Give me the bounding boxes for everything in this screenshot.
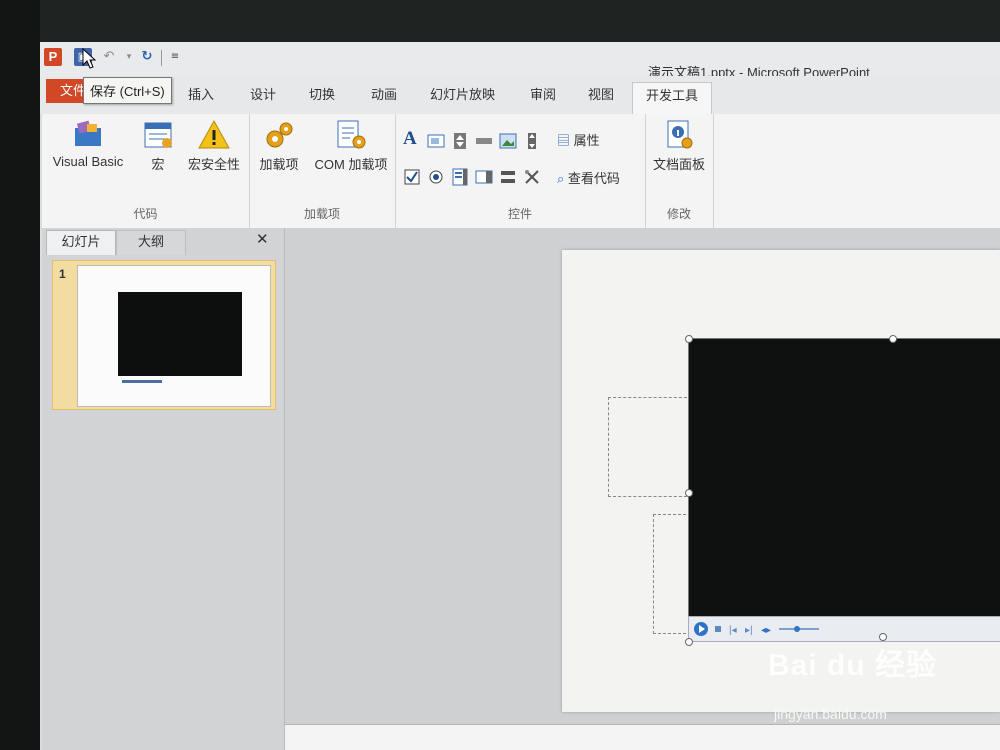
tab-animations[interactable]: 动画	[371, 84, 397, 103]
document-panel-button[interactable]: 文档面板	[649, 118, 709, 173]
macro-security-button[interactable]: 宏安全性	[182, 118, 246, 173]
slide-number: 1	[59, 267, 66, 281]
tab-transitions[interactable]: 切换	[309, 84, 335, 103]
properties-icon: ▤	[557, 133, 571, 148]
tab-slideshow[interactable]: 幻灯片放映	[430, 84, 495, 103]
group-addins-label: 加载项	[303, 207, 340, 221]
checkbox-control-icon[interactable]	[403, 168, 421, 186]
resize-handle-tl[interactable]	[685, 335, 693, 343]
spin-button-icon[interactable]	[451, 132, 469, 150]
next-icon: ▸|	[745, 625, 753, 636]
customize-quick-access-icon[interactable]: ≡	[166, 48, 184, 66]
ribbon-tab-bar: 文件 插入 设计 切换 动画 幻灯片放映 审阅 视图 开发工具	[40, 76, 1000, 114]
listbox-control-icon[interactable]	[451, 168, 469, 186]
macro-icon	[144, 122, 172, 148]
notes-pane[interactable]	[285, 724, 1000, 750]
group-controls-label: 控件	[507, 207, 532, 221]
placeholder-title[interactable]	[608, 397, 692, 497]
volume-thumb	[794, 626, 800, 632]
monitor-bezel-top	[0, 0, 1000, 42]
group-controls: A ▤ 属性 ⌕ 查看代码 控件	[395, 114, 646, 228]
gear-icon	[266, 122, 293, 148]
close-icon[interactable]: ✕	[256, 230, 269, 248]
properties-label: 属性	[573, 133, 600, 148]
combobox-control-icon[interactable]	[475, 168, 493, 186]
monitor-bezel-left	[0, 0, 40, 750]
view-code-label: 查看代码	[567, 171, 620, 186]
group-addins: 加载项 COM 加载项 加载项	[249, 114, 396, 228]
powerpoint-logo-icon[interactable]: P	[44, 48, 62, 66]
slides-panel: 幻灯片 大纲 ✕ 1	[42, 228, 285, 750]
macro-label: 宏	[151, 157, 165, 172]
group-code-label: 代码	[133, 207, 158, 221]
resize-handle-bl[interactable]	[685, 638, 693, 646]
warning-icon	[198, 119, 230, 149]
visual-basic-icon	[75, 120, 101, 146]
resize-handle-top[interactable]	[889, 335, 897, 343]
mouse-cursor-icon	[82, 48, 97, 69]
volume-icon: ◂▸	[761, 625, 771, 636]
com-addins-icon	[337, 120, 366, 149]
document-panel-label: 文档面板	[652, 157, 705, 172]
com-addins-label: COM 加载项	[314, 157, 388, 172]
tab-outline[interactable]: 大纲	[116, 230, 186, 255]
baidu-watermark: Bai du 经验	[768, 640, 937, 684]
document-info-icon	[667, 120, 693, 149]
visual-basic-label: Visual Basic	[52, 154, 124, 169]
ribbon-developer: Visual Basic 宏 宏安全性 代码 加载项 COM 加载项 加载项 A…	[42, 114, 1000, 229]
macro-button[interactable]: 宏	[138, 118, 178, 173]
scrollbar-control-icon[interactable]	[523, 132, 541, 150]
group-modify-label: 修改	[666, 207, 691, 221]
video-object[interactable]	[688, 338, 1000, 618]
tab-slides[interactable]: 幻灯片	[46, 230, 116, 255]
properties-button[interactable]: ▤ 属性	[557, 130, 600, 149]
more-controls-icon[interactable]	[523, 168, 541, 186]
image-control-icon[interactable]	[499, 132, 517, 150]
save-tooltip: 保存 (Ctrl+S)	[83, 77, 172, 104]
undo-icon[interactable]: ↶	[100, 48, 118, 66]
video-controls[interactable]: |◂ ▸| ◂▸	[688, 616, 1000, 642]
video-playback-controls: |◂ ▸| ◂▸	[694, 622, 819, 636]
visual-basic-button[interactable]: Visual Basic	[48, 118, 128, 169]
resize-handle-left[interactable]	[685, 489, 693, 497]
textbox-control-icon[interactable]	[427, 132, 445, 150]
watermark-url: jingyan.baidu.com	[774, 706, 887, 722]
addins-button[interactable]: 加载项	[255, 118, 303, 173]
title-bar: P ▣ ↶ ▾ ↻ ≡ 演示文稿1.pptx - Microsoft Power…	[40, 42, 1000, 80]
group-modify: 文档面板 修改	[645, 114, 714, 228]
prev-icon: |◂	[729, 625, 737, 636]
toggle-button-icon[interactable]	[499, 168, 517, 186]
thumbnail-video-controls	[122, 380, 162, 383]
slide-thumbnail-selected[interactable]: 1	[52, 260, 276, 410]
stop-icon	[715, 626, 721, 632]
watermark-brand: Bai du 经验	[768, 649, 938, 682]
placeholder-content[interactable]	[653, 514, 691, 634]
tab-insert[interactable]: 插入	[188, 84, 214, 103]
redo-icon[interactable]: ↻	[138, 48, 156, 66]
view-code-icon: ⌕	[557, 171, 565, 186]
addins-label: 加载项	[259, 157, 299, 172]
com-addins-button[interactable]: COM 加载项	[309, 118, 393, 173]
option-button-icon[interactable]	[427, 168, 445, 186]
view-code-button[interactable]: ⌕ 查看代码	[557, 168, 620, 187]
tab-review[interactable]: 审阅	[530, 84, 556, 103]
group-code: Visual Basic 宏 宏安全性 代码	[42, 114, 250, 228]
tab-view[interactable]: 视图	[588, 84, 614, 103]
thumbnail-video	[118, 292, 242, 376]
macro-security-label: 宏安全性	[187, 157, 240, 172]
undo-dropdown-icon[interactable]: ▾	[120, 48, 138, 66]
command-button-icon[interactable]	[475, 132, 493, 150]
tab-design[interactable]: 设计	[250, 84, 276, 103]
label-control-icon[interactable]: A	[403, 129, 421, 148]
quick-access-separator	[161, 50, 162, 66]
slide-thumbnail[interactable]	[77, 265, 271, 407]
tab-developer[interactable]: 开发工具	[632, 82, 712, 114]
